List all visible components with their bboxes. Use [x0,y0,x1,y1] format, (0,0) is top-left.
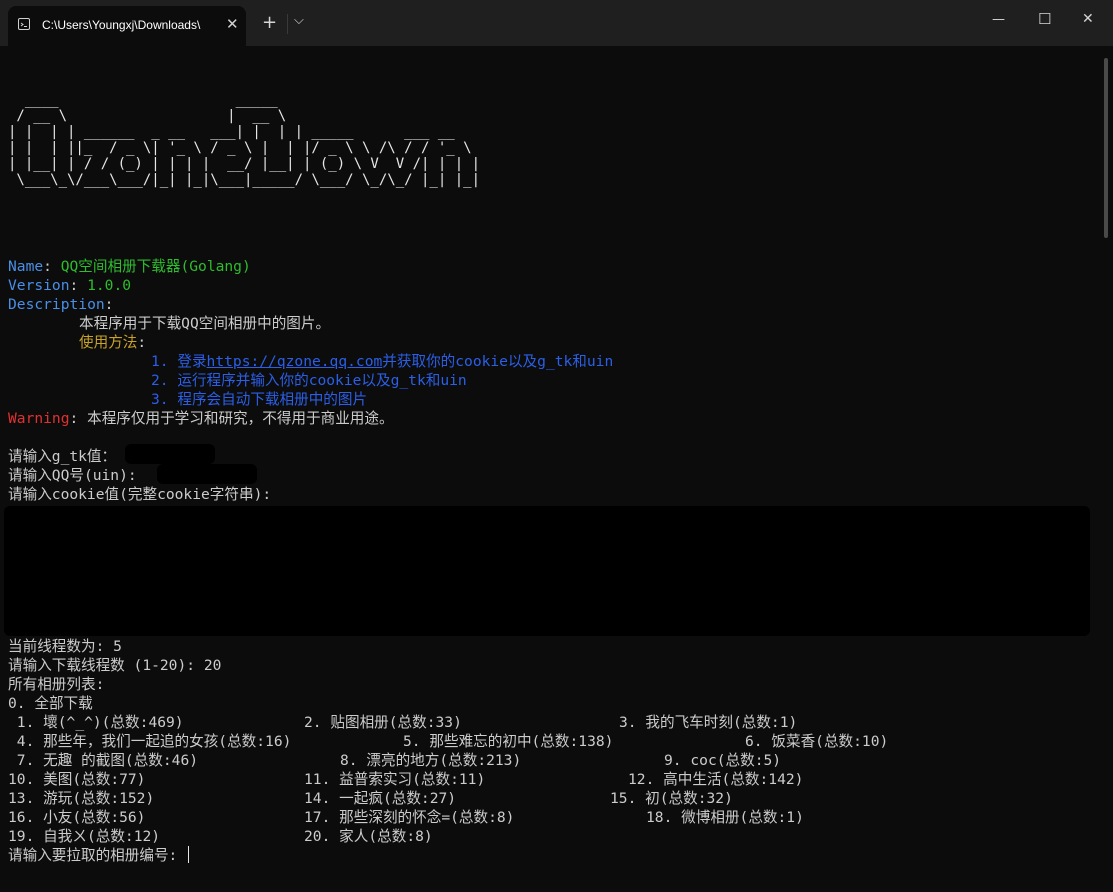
tab-divider [287,14,288,34]
album-item: 8. 漂亮的地方(总数:213) [340,752,522,769]
cookie-prompt: 请输入cookie值(完整cookie字符串): [8,486,272,503]
album-item: 6. 饭菜香(总数:10) [745,733,889,750]
album-item: 18. 微博相册(总数:1) [646,809,804,826]
album-item: 5. 那些难忘的初中(总数:138) [403,733,614,750]
album-item: 20. 家人(总数:8) [304,828,433,845]
current-threads: 当前线程数为: 5 [8,638,122,655]
warning-line: Warning: 本程序仅用于学习和研究，不得用于商业用途。 [8,410,394,427]
album-item: 19. 自我ㄨ(总数:12) [8,828,161,845]
album-item: 4. 那些年，我们一起追的女孩(总数:16) [8,733,292,750]
album-item: 14. 一起疯(总数:27) [304,790,457,807]
uin-prompt: 请输入QQ号(uin): [8,467,146,484]
description-text: 本程序用于下载QQ空间相册中的图片。 [79,315,331,332]
text-cursor [188,846,190,863]
close-window-button[interactable]: ✕ [1082,11,1094,27]
album-item: 10. 美图(总数:77) [8,771,146,788]
redacted-uin-value [157,464,257,484]
usage-step-2: 2. 运行程序并输入你的cookie以及g_tk和uin [151,372,467,389]
thread-prompt: 请输入下载线程数 (1-20): 20 [8,657,222,674]
album-select-prompt[interactable]: 请输入要拉取的相册编号: [8,846,190,865]
album-item: 2. 贴图相册(总数:33) [304,714,462,731]
album-item: 1. 壞(^_^)(总数:469) [8,714,184,731]
album-item: 17. 那些深刻的怀念=(总数:8) [304,809,515,826]
usage-line: 使用方法: [79,334,147,351]
gtk-prompt: 请输入g_tk值： [8,448,117,465]
album-item: 15. 初(总数:32) [610,790,733,807]
tab-close-icon[interactable]: ✕ [226,15,239,33]
new-tab-button[interactable]: + [262,12,277,33]
usage-step-3: 3. 程序会自动下载相册中的图片 [151,391,368,408]
ascii-banner: ____ _____ / __ \ | __ \ | | | | ______ … [8,92,481,188]
album-item: 11. 益普索实习(总数:11) [304,771,486,788]
version-line: Version: 1.0.0 [8,277,132,294]
description-line: Description: [8,296,114,313]
album-item: 7. 无趣 的截图(总数:46) [8,752,199,769]
chevron-down-icon[interactable]: ⌵ [294,13,304,28]
usage-step-1: 1. 登录https://qzone.qq.com并获取你的cookie以及g_… [151,353,614,370]
album-item: 12. 高中生活(总数:142) [628,771,804,788]
terminal-tab[interactable]: C:\Users\Youngxj\Downloads\ ✕ [8,6,246,46]
scrollbar[interactable] [1104,58,1108,238]
tab-title: C:\Users\Youngxj\Downloads\ [42,18,201,32]
download-all-option: 0. 全部下载 [8,695,93,712]
title-bar: C:\Users\Youngxj\Downloads\ ✕ + ⌵ — ☐ ✕ [0,0,1113,46]
redacted-cookie-value [4,506,1090,636]
album-item: 13. 游玩(总数:152) [8,790,155,807]
album-item: 9. coc(总数:5) [664,752,782,769]
minimize-button[interactable]: — [992,12,1005,27]
name-line: Name: QQ空间相册下载器(Golang) [8,258,251,275]
maximize-button[interactable]: ☐ [1038,10,1051,28]
qzone-link[interactable]: https://qzone.qq.com [207,353,383,370]
album-item: 16. 小友(总数:56) [8,809,146,826]
album-item: 3. 我的飞车时刻(总数:1) [619,714,798,731]
album-list-header: 所有相册列表: [8,676,105,693]
terminal-icon [18,18,30,30]
redacted-gtk-value [125,444,215,464]
